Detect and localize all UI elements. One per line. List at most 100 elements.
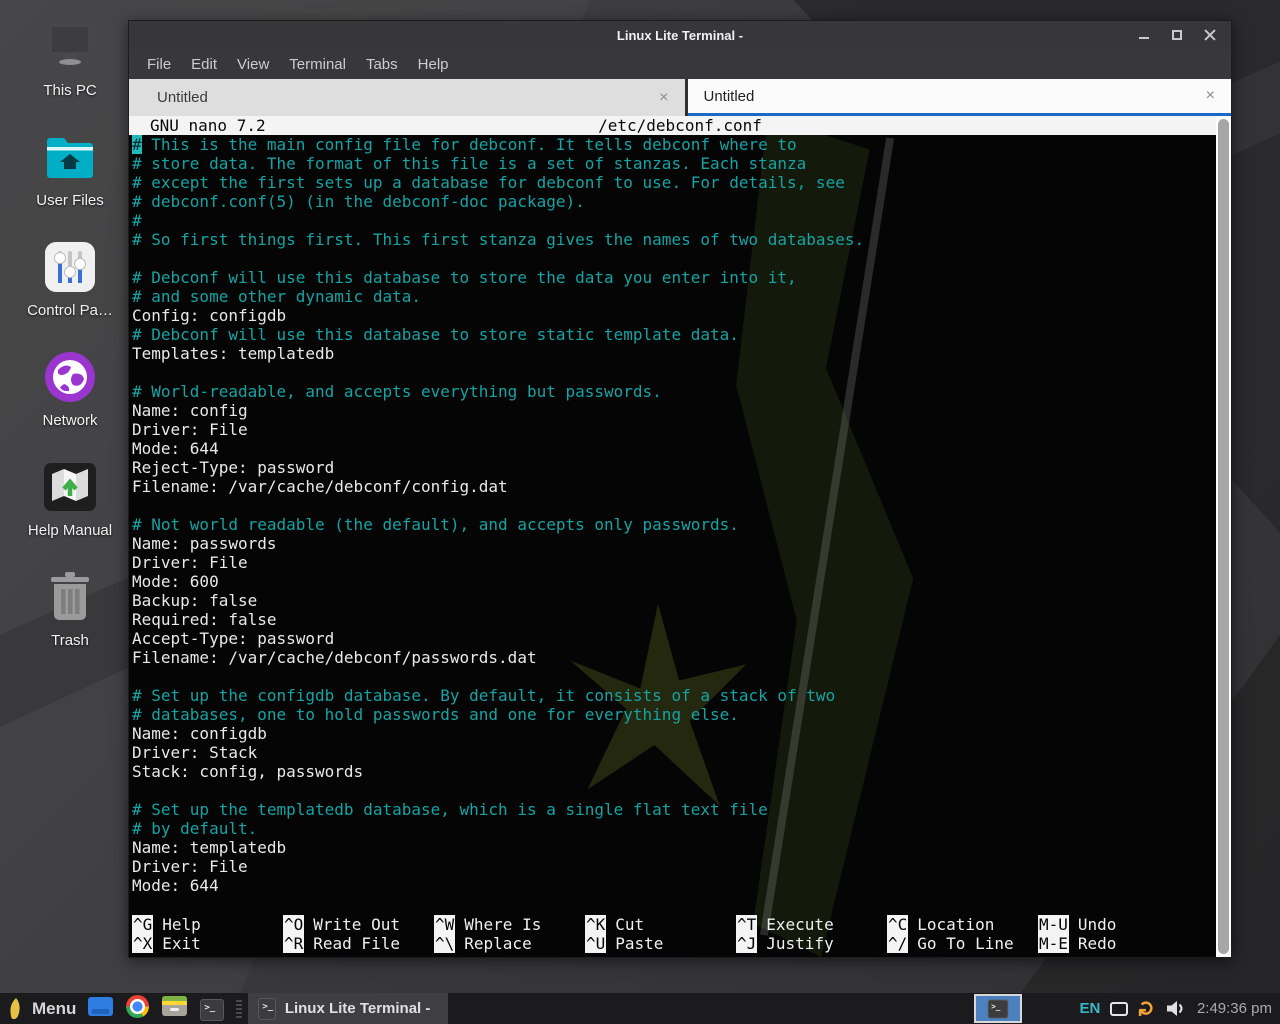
terminal-line	[132, 249, 1231, 268]
tab-untitled-1[interactable]: Untitled ×	[129, 79, 685, 116]
shortcut-label: Justify	[766, 934, 833, 953]
nano-empty-area	[129, 895, 1231, 915]
shortcut-read-file: ^RRead File	[283, 934, 434, 953]
shortcut-label: Execute	[766, 915, 833, 934]
clipboard-icon[interactable]	[1110, 1002, 1128, 1016]
shortcut-cut: ^KCut	[585, 915, 736, 934]
shortcut-undo: M-UUndo	[1038, 915, 1189, 934]
shortcut-label: Write Out	[313, 915, 400, 934]
terminal-line: Required: false	[132, 610, 1231, 629]
shortcut-redo: M-ERedo	[1038, 934, 1189, 953]
taskbar-window-button[interactable]: >_ Linux Lite Terminal -	[248, 993, 448, 1024]
taskbar-window-label: Linux Lite Terminal -	[285, 1000, 431, 1017]
terminal-line: # Debconf will use this database to stor…	[132, 325, 1231, 344]
start-menu-button[interactable]: Menu	[0, 993, 88, 1024]
shortcut-go-to-line: ^/Go To Line	[887, 934, 1038, 953]
nano-cursor: #	[132, 135, 142, 154]
shortcut-column: M-UUndoM-ERedo	[1038, 915, 1189, 953]
update-icon[interactable]: ↻	[1137, 1000, 1158, 1018]
tab-bar: Untitled × Untitled ×	[129, 79, 1231, 116]
terminal-line	[132, 363, 1231, 382]
shortcut-key: ^C	[887, 915, 908, 934]
keyboard-layout-indicator[interactable]: EN	[1079, 1000, 1100, 1017]
menu-file[interactable]: File	[147, 56, 171, 73]
tab-label: Untitled	[704, 88, 755, 105]
menu-label: Menu	[32, 999, 76, 1019]
menu-edit[interactable]: Edit	[191, 56, 217, 73]
shortcut-justify: ^J Justify	[736, 934, 887, 953]
terminal-line: Name: templatedb	[132, 838, 1231, 857]
launcher-file-manager-icon[interactable]	[88, 997, 113, 1021]
tab-label: Untitled	[157, 89, 208, 106]
linux-lite-feather-icon	[8, 998, 23, 1020]
shortcut-label: Go To Line	[917, 934, 1013, 953]
terminal-line: Driver: File	[132, 857, 1231, 876]
tab-close-icon[interactable]: ×	[659, 90, 668, 106]
shortcut-key: ^X	[132, 934, 153, 953]
shortcut-key: ^J	[736, 934, 757, 953]
terminal-line: #	[132, 211, 1231, 230]
terminal-line: Filename: /var/cache/debconf/passwords.d…	[132, 648, 1231, 667]
shortcut-label: Replace	[464, 934, 531, 953]
workspace-pager[interactable]: >_	[974, 994, 1022, 1023]
terminal-line: Stack: config, passwords	[132, 762, 1231, 781]
taskbar: Menu >_ >_ Linux Lite Terminal - >_ EN ↻…	[0, 993, 1280, 1024]
terminal-line: # by default.	[132, 819, 1231, 838]
shortcut-column: ^C Location^/Go To Line	[887, 915, 1038, 953]
shortcut-label: Help	[162, 915, 201, 934]
menu-tabs[interactable]: Tabs	[366, 56, 398, 73]
menu-view[interactable]: View	[237, 56, 269, 73]
tab-close-icon[interactable]: ×	[1206, 88, 1215, 104]
window-title: Linux Lite Terminal -	[129, 28, 1231, 43]
terminal-line: Templates: templatedb	[132, 344, 1231, 363]
terminal-line: # This is the main config file for debco…	[132, 135, 1231, 154]
terminal-line: Config: configdb	[132, 306, 1231, 325]
shortcut-location: ^C Location	[887, 915, 1038, 934]
shortcut-label: Location	[917, 915, 994, 934]
launcher-archive-icon[interactable]	[162, 996, 187, 1021]
terminal-line: # except the first sets up a database fo…	[132, 173, 1231, 192]
nano-version: GNU nano 7.2	[150, 116, 266, 135]
terminal-line: Driver: File	[132, 553, 1231, 572]
desktop-icon-trash[interactable]: Trash	[12, 568, 128, 678]
shortcut-exit: ^XExit	[132, 934, 283, 953]
close-icon[interactable]	[1204, 29, 1216, 41]
shortcut-key: M-U	[1038, 915, 1069, 934]
scrollbar-thumb[interactable]	[1218, 119, 1229, 954]
tab-untitled-2[interactable]: Untitled ×	[688, 79, 1232, 116]
network-globe-icon	[44, 348, 96, 406]
desktop-icon-network[interactable]: Network	[12, 348, 128, 458]
window-titlebar[interactable]: Linux Lite Terminal -	[129, 21, 1231, 49]
desktop-icon-control-pa-[interactable]: Control Pa…	[12, 238, 128, 348]
terminal-view[interactable]: GNU nano 7.2 /etc/debconf.conf # This is…	[129, 116, 1231, 957]
launcher-chrome-icon[interactable]	[126, 995, 149, 1023]
system-tray: EN ↻ 2:49:36 pm	[1079, 998, 1280, 1019]
maximize-icon[interactable]	[1171, 29, 1183, 41]
launcher-terminal-icon[interactable]: >_	[200, 997, 224, 1021]
shortcut-key: ^R	[283, 934, 304, 953]
window-controls	[1138, 29, 1231, 41]
shortcut-label: Cut	[615, 915, 644, 934]
desktop-icon-user-files[interactable]: User Files	[12, 128, 128, 238]
nano-header: GNU nano 7.2 /etc/debconf.conf	[129, 116, 1231, 135]
nano-filename: /etc/debconf.conf	[598, 116, 762, 135]
menu-help[interactable]: Help	[418, 56, 449, 73]
terminal-scrollbar[interactable]	[1216, 116, 1231, 957]
terminal-line: # debconf.conf(5) (in the debconf-doc pa…	[132, 192, 1231, 211]
desktop-icon-help-manual[interactable]: Help Manual	[12, 458, 128, 568]
volume-icon[interactable]	[1166, 1000, 1185, 1017]
desktop-icon-list: This PC User FilesControl Pa… Network Help …	[12, 18, 128, 678]
clock[interactable]: 2:49:36 pm	[1197, 1000, 1272, 1017]
terminal-line: Name: configdb	[132, 724, 1231, 743]
shortcut-column: ^WWhere Is^\Replace	[434, 915, 585, 953]
nano-shortcut-bar: ^GHelp^XExit^OWrite Out^RRead File^WWher…	[129, 915, 1231, 957]
terminal-line: # So first things first. This first stan…	[132, 230, 1231, 249]
minimize-icon[interactable]	[1138, 29, 1150, 41]
desktop-icon-label: Network	[42, 412, 97, 429]
desktop-icon-label: This PC	[43, 82, 96, 99]
control-panel-icon	[44, 238, 96, 296]
menu-terminal[interactable]: Terminal	[289, 56, 346, 73]
terminal-line: # World-readable, and accepts everything…	[132, 382, 1231, 401]
terminal-line: Name: config	[132, 401, 1231, 420]
desktop-icon-this-pc[interactable]: This PC	[12, 18, 128, 128]
